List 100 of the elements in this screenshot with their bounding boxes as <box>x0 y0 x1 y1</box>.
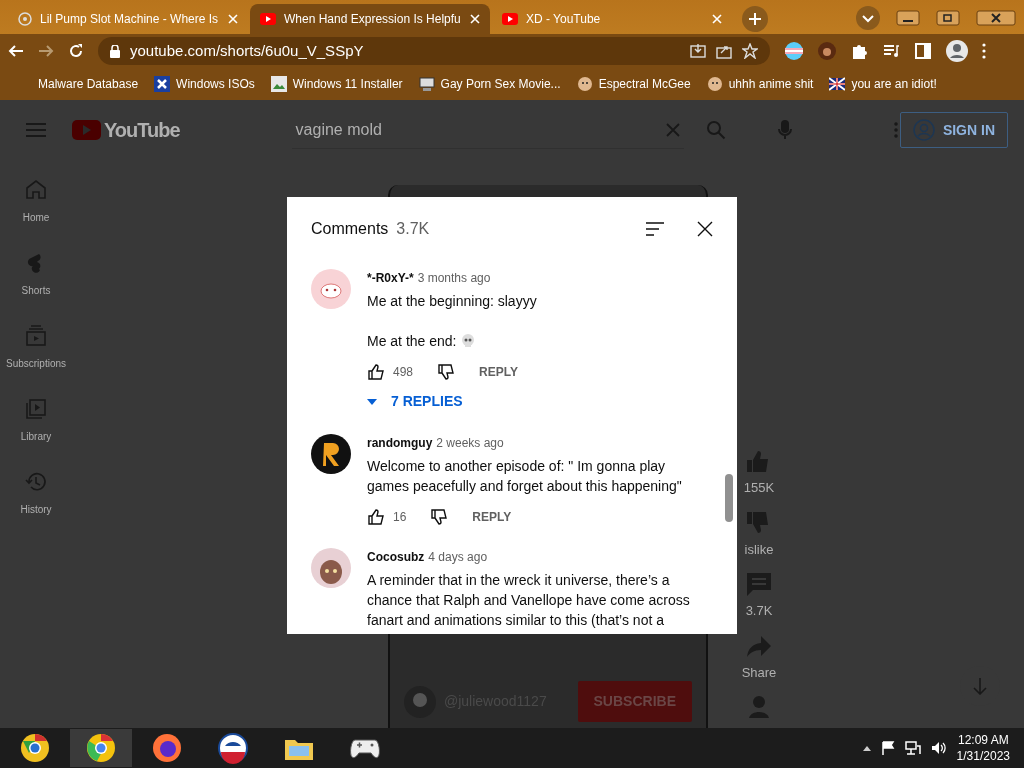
reply-button[interactable]: REPLY <box>479 363 518 381</box>
library-icon <box>24 397 48 421</box>
browser-icon <box>85 732 117 764</box>
comment-time[interactable]: 4 days ago <box>428 550 488 564</box>
comment-time[interactable]: 3 months ago <box>417 271 491 285</box>
comment-count: 3.7K <box>396 219 430 239</box>
bookmark[interactable]: Windows 11 Installer <box>270 75 403 93</box>
puzzle-icon[interactable] <box>850 42 868 60</box>
thumbs-up-icon[interactable] <box>367 363 385 381</box>
comment-author[interactable]: *-R0xY-* <box>367 271 414 285</box>
replies-toggle[interactable]: 7 REPLIES <box>367 391 463 412</box>
sign-in-button[interactable]: SIGN IN <box>899 112 1008 148</box>
sidebar-item[interactable]: Subscriptions <box>6 324 66 371</box>
clock-date: 1/31/2023 <box>956 748 1010 764</box>
sparkle-icon <box>18 12 32 26</box>
letter-avatar-icon <box>311 434 351 474</box>
like-count: 498 <box>393 364 414 381</box>
picture-icon <box>270 76 287 92</box>
browser-icon <box>19 732 51 764</box>
reply-button[interactable]: REPLY <box>472 508 512 526</box>
cartoon-avatar-icon <box>311 548 351 588</box>
address-bar[interactable]: youtube.com/shorts/6u0u_V_SSpY <box>98 37 770 65</box>
sidebar-item[interactable]: Home <box>22 178 50 225</box>
action-button[interactable]: 3.7K <box>745 571 773 621</box>
side-panel-icon[interactable] <box>914 42 932 60</box>
play-logo-icon <box>502 13 518 25</box>
play-logo-icon <box>72 120 101 140</box>
like-count: 16 <box>393 509 407 526</box>
account-icon[interactable] <box>946 40 968 62</box>
comment-icon <box>745 571 773 597</box>
face-icon <box>576 76 593 92</box>
close-icon[interactable] <box>976 10 1016 26</box>
cartoon-avatar-icon <box>311 269 351 309</box>
back-arrow-icon[interactable] <box>8 43 24 59</box>
action-button[interactable]: Share <box>741 632 777 682</box>
account-icon <box>912 119 935 141</box>
browser-tab[interactable]: When Hand Expression Is Helpfu <box>250 4 490 34</box>
install-icon[interactable] <box>690 43 706 59</box>
close-icon <box>697 221 713 237</box>
action-button[interactable]: 155K <box>743 448 775 498</box>
panel-title: Comments <box>311 219 389 239</box>
clock-time: 12:09 AM <box>956 732 1010 748</box>
star-icon[interactable] <box>742 43 758 59</box>
caret-up-icon[interactable] <box>862 745 871 751</box>
bookmark[interactable]: Windows ISOs <box>154 75 255 93</box>
bookmark[interactable]: Malware Database <box>38 75 139 93</box>
lock-icon <box>110 44 120 58</box>
new-tab-button[interactable] <box>742 6 768 32</box>
thumbs-down-icon[interactable] <box>430 508 449 526</box>
sidebar-item[interactable]: Library <box>20 397 52 444</box>
browser-tab[interactable]: Lil Pump Slot Machine - Where Is <box>8 4 248 34</box>
thumbs-up-icon[interactable] <box>367 508 385 526</box>
sort-icon <box>645 221 665 237</box>
skull-icon <box>460 334 475 348</box>
x-logo-icon <box>154 76 171 92</box>
comment-text: Me at the beginning: slayyy <box>367 292 538 311</box>
action-button[interactable]: islike <box>744 509 774 559</box>
comment-author[interactable]: randomguy <box>367 436 433 450</box>
home-icon <box>24 178 48 202</box>
comment-text: A reminder that in the wreck it universe, there’s a chance that Ralph and Vanellope have come across fanart and animations similar to this (that’s not a <box>367 571 691 630</box>
taskbar-app[interactable] <box>70 729 132 767</box>
logo-wordmark[interactable]: YouTube <box>104 115 180 145</box>
thumbs-down-icon[interactable] <box>437 363 456 381</box>
face-icon <box>706 76 723 92</box>
comment-text: Welcome to another episode of: " Im gonna play games peacefully and forget about this happening" <box>367 457 683 496</box>
striped-flag-icon[interactable] <box>784 41 804 61</box>
bookmark[interactable]: uhhh anime shit <box>706 75 814 93</box>
sidebar-item[interactable]: History <box>20 470 52 517</box>
restore-icon[interactable] <box>936 10 960 26</box>
comment-time[interactable]: 2 weeks ago <box>436 436 504 450</box>
comment-text: Me at the end: <box>367 332 457 351</box>
down-arrow-icon <box>972 677 988 695</box>
chevron-down-icon[interactable] <box>856 6 880 30</box>
browser-tab[interactable]: XD - YouTube <box>492 4 732 34</box>
search-field[interactable]: vagine mold <box>291 111 684 149</box>
circle-logo-icon <box>217 732 249 764</box>
bookmark[interactable]: Espectral McGee <box>576 75 691 93</box>
play-logo-icon <box>260 13 276 25</box>
playlist-icon[interactable] <box>882 42 900 60</box>
caret-down-icon <box>367 398 377 405</box>
bookmark[interactable]: you are an idiot! <box>829 75 937 93</box>
flag-icon <box>829 76 846 92</box>
more-vertical-icon[interactable] <box>982 43 986 59</box>
minimize-icon[interactable] <box>896 10 920 26</box>
volume-icon[interactable] <box>930 741 947 755</box>
reload-icon[interactable] <box>68 43 84 59</box>
subscriptions-icon <box>24 324 48 348</box>
scrollbar-thumb[interactable] <box>725 474 733 522</box>
bookmark[interactable]: Gay Porn Sex Movie... <box>418 75 561 93</box>
sidebar-item[interactable]: Shorts <box>21 251 51 298</box>
share-icon[interactable] <box>716 43 732 59</box>
profile-photo-icon[interactable] <box>818 42 836 60</box>
fox-browser-icon <box>151 732 183 764</box>
forward-arrow-icon[interactable] <box>38 43 54 59</box>
plus-icon <box>749 13 761 25</box>
flag-icon[interactable] <box>880 741 895 755</box>
computer-icon <box>418 76 435 92</box>
network-icon[interactable] <box>904 741 921 755</box>
comment-author[interactable]: Cocosubz <box>367 550 425 564</box>
avatar-icon <box>404 685 436 718</box>
